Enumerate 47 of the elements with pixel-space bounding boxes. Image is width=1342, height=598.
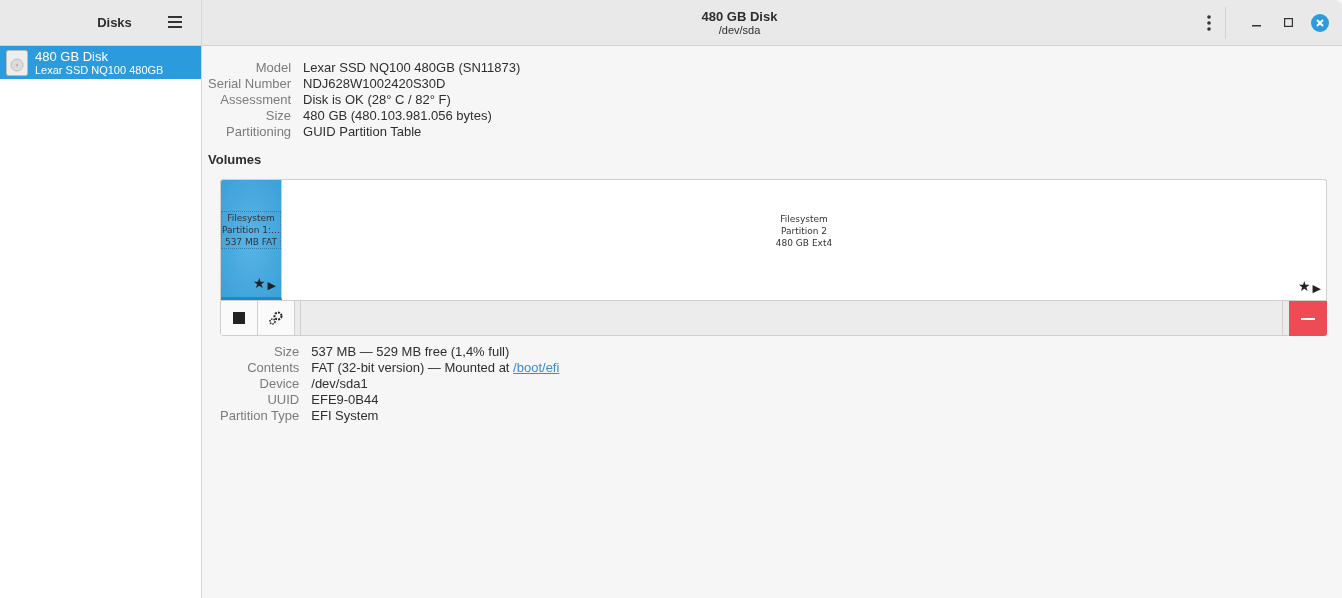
field-label: Size — [272, 344, 300, 359]
field-value: 537 MB — 529 MB free (1,4% full) — [311, 344, 511, 359]
disk-list-item[interactable]: 480 GB Disk Lexar SSD NQ100 480GB — [0, 46, 201, 79]
unmount-button[interactable] — [221, 301, 258, 335]
field-label: Contents — [246, 360, 300, 375]
sidebar-title: Disks — [97, 15, 132, 30]
partition-label: Filesystem Partition 2 480 GB Ext4 — [775, 213, 833, 249]
partition-symbol: ★ — [1297, 280, 1311, 296]
disk-name: 480 GB Disk — [35, 48, 109, 64]
field-value: EFE9-0B44 — [311, 392, 380, 407]
minus-icon — [1301, 317, 1315, 320]
field-value: NDJ628W1002420S30D — [303, 76, 447, 91]
field-value: 480 GB (480.103.981.056 bytes) — [303, 108, 493, 123]
partition-symbol: ▶ — [1312, 281, 1321, 297]
disk-description: Lexar SSD NQ100 480GB — [35, 63, 164, 77]
window-title: 480 GB Disk — [700, 8, 779, 24]
field-value: GUID Partition Table — [303, 124, 423, 139]
field-value: FAT (32-bit version) — Mounted at — [311, 360, 510, 375]
field-label: Serial Number — [208, 76, 292, 91]
field-label: Model — [254, 60, 292, 75]
partition-block[interactable]: Filesystem Partition 1:… 537 MB FAT ★▶ — [221, 180, 282, 300]
partition-symbol: ▶ — [267, 278, 276, 294]
delete-partition-button[interactable] — [1289, 301, 1327, 336]
gears-icon — [268, 310, 284, 326]
menu-icon[interactable] — [168, 15, 182, 29]
partition-label: Filesystem Partition 1:… 537 MB FAT — [221, 211, 281, 248]
stop-icon — [233, 312, 245, 324]
maximize-icon[interactable] — [1283, 18, 1293, 27]
field-value: Disk is OK (28° C / 82° F) — [303, 92, 452, 107]
field-label: Partition Type — [220, 408, 300, 423]
close-icon[interactable] — [1311, 13, 1329, 32]
volumes-heading: Volumes — [208, 152, 263, 167]
field-label: Device — [258, 376, 300, 391]
partition-symbol: ★ — [252, 277, 266, 293]
mount-point-link[interactable]: /boot/efi — [513, 360, 560, 375]
more-options-icon[interactable] — [1207, 14, 1211, 31]
field-label: Assessment — [219, 92, 292, 107]
partition-block[interactable]: Filesystem Partition 2 480 GB Ext4 ★▶ — [282, 180, 1326, 300]
field-value: EFI System — [311, 408, 380, 423]
window-subtitle: /dev/sda — [717, 23, 762, 37]
field-label: Size — [264, 108, 292, 123]
settings-button[interactable] — [258, 301, 295, 335]
disk-drive-icon — [6, 49, 28, 76]
field-value: /dev/sda1 — [311, 376, 369, 391]
field-value: Lexar SSD NQ100 480GB (SN11873) — [303, 60, 521, 75]
field-label: UUID — [266, 392, 300, 407]
field-label: Partitioning — [225, 124, 292, 139]
